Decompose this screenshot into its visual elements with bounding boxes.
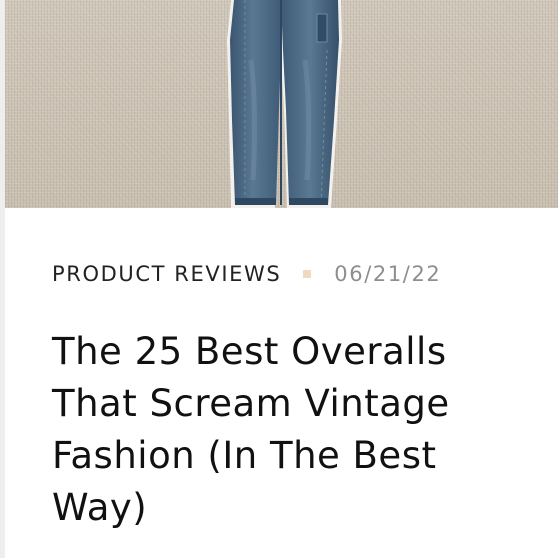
category-link[interactable]: PRODUCT REVIEWS: [52, 262, 281, 286]
article-meta: PRODUCT REVIEWS 06/21/22: [52, 262, 441, 286]
article-title[interactable]: The 25 Best Overalls That Scream Vintage…: [52, 326, 532, 534]
overalls-image: [227, 0, 342, 208]
article-card[interactable]: PRODUCT REVIEWS 06/21/22 The 25 Best Ove…: [5, 0, 558, 558]
publish-date: 06/21/22: [334, 262, 442, 286]
meta-separator: [303, 270, 312, 278]
hero-image[interactable]: [5, 0, 558, 208]
